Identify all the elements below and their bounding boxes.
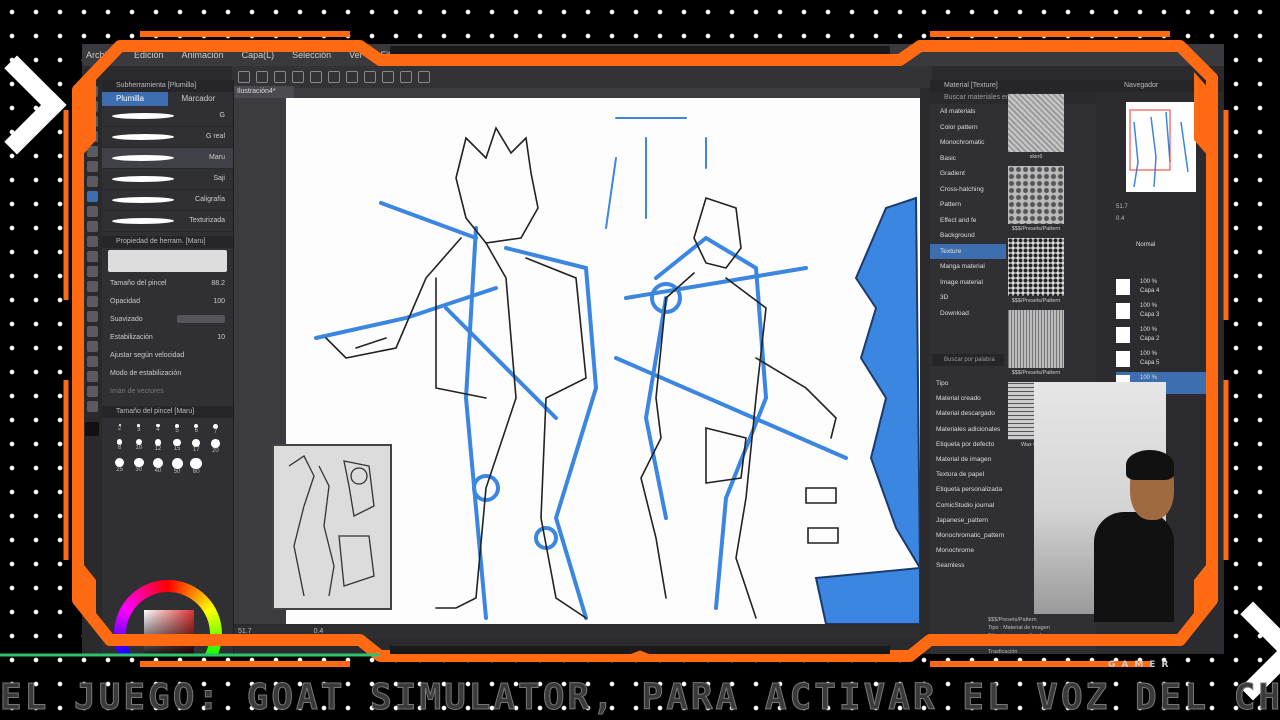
- stream-stage: Archivo Edición Animación Capa(L) Selecc…: [0, 0, 1280, 720]
- orange-stream-frame: [0, 31, 1229, 667]
- chat-ticker: EL JUEGO: GOAT SIMULATOR, PARA ACTIVAR E…: [0, 677, 1280, 719]
- gamer-label: GAMER: [1108, 660, 1175, 670]
